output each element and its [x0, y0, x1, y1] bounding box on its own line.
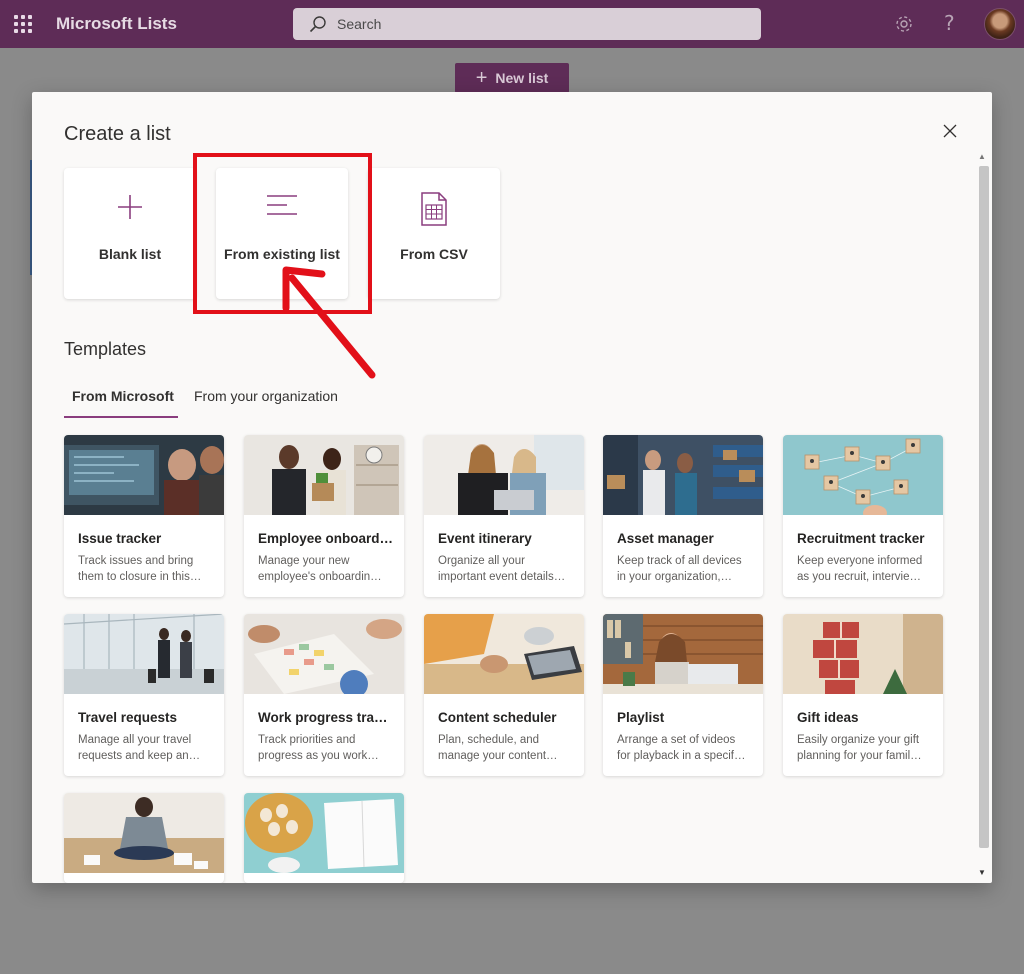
template-description: Arrange a set of videos for playback in …: [617, 734, 746, 762]
template-description: Organize all your important event detail…: [438, 555, 566, 583]
template-thumbnail: [603, 614, 763, 694]
new-list-button[interactable]: + New list: [455, 63, 569, 93]
template-card-partial-2[interactable]: [244, 793, 404, 883]
template-card-partial-1[interactable]: [64, 793, 224, 883]
template-thumbnail: [424, 435, 584, 515]
blank-list-label: Blank list: [98, 246, 162, 262]
template-thumbnail: [244, 793, 404, 873]
close-icon: [943, 124, 957, 138]
template-card-issue-tracker[interactable]: Issue tracker Track issues and bring the…: [64, 435, 224, 597]
template-description: Manage all your travel requests and keep…: [78, 734, 201, 762]
template-name: Content scheduler: [438, 710, 557, 725]
template-name: Employee onboard…: [258, 531, 394, 546]
template-thumbnail: [64, 614, 224, 694]
scroll-up-icon[interactable]: ▲: [978, 152, 986, 161]
template-description: Keep everyone informed as you recruit, i…: [797, 555, 923, 583]
template-description: Manage your new employee's onboardin…: [258, 555, 382, 583]
csv-document-icon: [421, 192, 447, 226]
template-thumbnail: [424, 614, 584, 694]
template-card-work-progress-tracker[interactable]: Work progress tra… Track priorities and …: [244, 614, 404, 776]
gear-icon[interactable]: [893, 13, 915, 35]
template-name: Travel requests: [78, 710, 178, 725]
template-name: Gift ideas: [797, 710, 859, 725]
template-card-employee-onboarding[interactable]: Employee onboard… Manage your new employ…: [244, 435, 404, 597]
blank-list-card[interactable]: Blank list: [64, 168, 196, 299]
template-thumbnail: [244, 435, 404, 515]
template-description: Keep track of all devices in your organi…: [617, 555, 742, 583]
template-name: Issue tracker: [78, 531, 162, 546]
template-card-recruitment-tracker[interactable]: Recruitment tracker Keep everyone inform…: [783, 435, 943, 597]
new-list-label: New list: [495, 70, 549, 86]
template-thumbnail: [783, 614, 943, 694]
template-thumbnail: [64, 435, 224, 515]
template-thumbnail: [603, 435, 763, 515]
template-name: Playlist: [617, 710, 665, 725]
template-description: Easily organize your gift planning for y…: [797, 734, 922, 762]
app-launcher-icon[interactable]: [14, 15, 32, 33]
template-card-playlist[interactable]: Playlist Arrange a set of videos for pla…: [603, 614, 763, 776]
template-card-gift-ideas[interactable]: Gift ideas Easily organize your gift pla…: [783, 614, 943, 776]
close-button[interactable]: [943, 124, 959, 140]
template-card-event-itinerary[interactable]: Event itinerary Organize all your import…: [424, 435, 584, 597]
template-card-travel-requests[interactable]: Travel requests Manage all your travel r…: [64, 614, 224, 776]
template-card-content-scheduler[interactable]: Content scheduler Plan, schedule, and ma…: [424, 614, 584, 776]
dialog-scrollbar[interactable]: ▲ ▼: [976, 150, 990, 883]
template-name: Event itinerary: [438, 531, 532, 546]
template-thumbnail: [64, 793, 224, 873]
annotation-arrow-icon: [282, 266, 376, 379]
template-thumbnail: [244, 614, 404, 694]
help-icon[interactable]: ?: [944, 11, 955, 35]
template-description: Track priorities and progress as you wor…: [258, 734, 379, 762]
scrollbar-thumb[interactable]: [979, 166, 989, 848]
dialog-title: Create a list: [64, 123, 171, 145]
template-name: Asset manager: [617, 531, 714, 546]
from-csv-label: From CSV: [400, 246, 468, 262]
templates-heading: Templates: [64, 339, 147, 359]
plus-icon: [118, 195, 142, 219]
search-input[interactable]: [337, 16, 717, 32]
tab-from-your-organization[interactable]: From your organization: [194, 388, 338, 404]
template-name: Work progress tra…: [258, 710, 388, 725]
search-icon: [309, 16, 326, 33]
app-header: Microsoft Lists ?: [0, 0, 1024, 48]
template-description: Track issues and bring them to closure i…: [78, 555, 202, 583]
app-title[interactable]: Microsoft Lists: [56, 14, 177, 34]
tab-from-microsoft[interactable]: From Microsoft: [72, 388, 174, 404]
template-card-asset-manager[interactable]: Asset manager Keep track of all devices …: [603, 435, 763, 597]
template-description: Plan, schedule, and manage your content…: [438, 734, 558, 762]
avatar[interactable]: [984, 8, 1016, 40]
search-box[interactable]: [293, 8, 761, 40]
create-list-dialog: Create a list ▲ ▼ Blank list From existi…: [32, 92, 992, 883]
template-thumbnail: [783, 435, 943, 515]
plus-icon: +: [475, 66, 488, 89]
from-csv-card[interactable]: From CSV: [368, 168, 500, 299]
template-name: Recruitment tracker: [797, 531, 925, 546]
active-tab-indicator: [64, 416, 178, 418]
scroll-down-icon[interactable]: ▼: [978, 868, 986, 877]
